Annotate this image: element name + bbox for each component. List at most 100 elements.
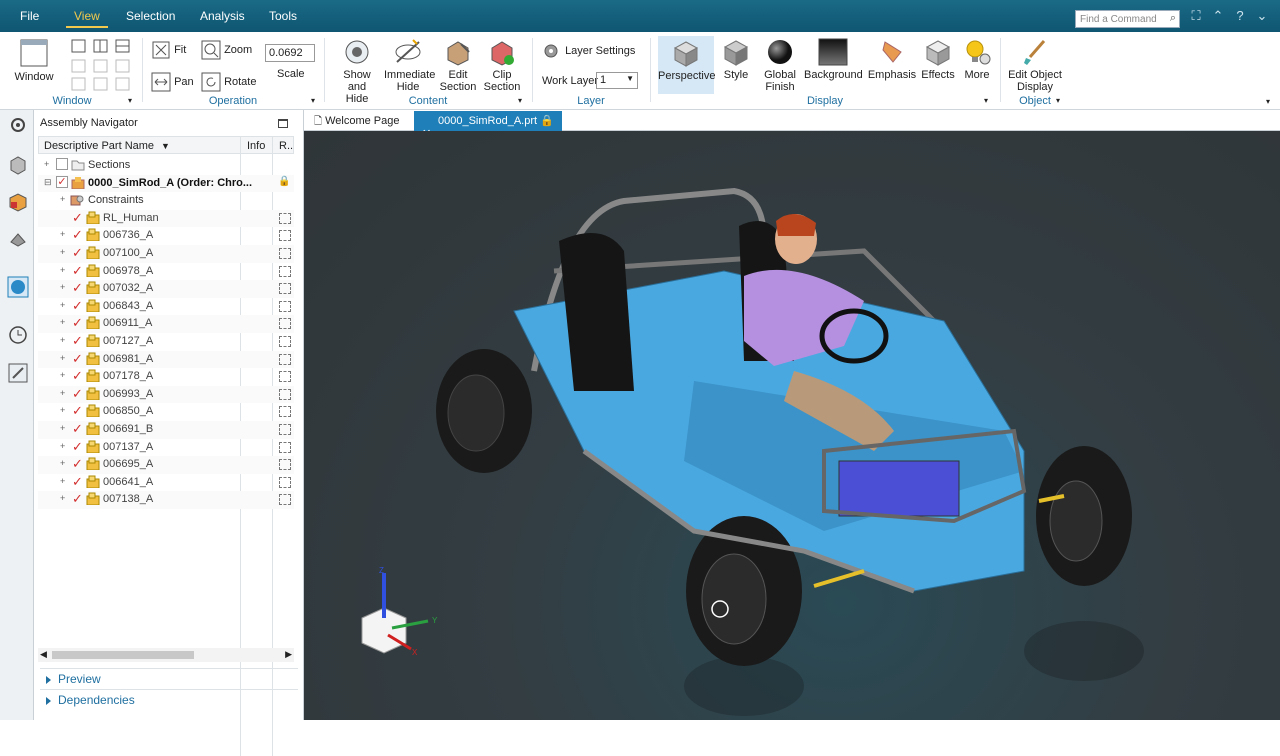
tab-simrod-part[interactable]: 0000_SimRod_A.prt 🔒 ✕ — [414, 111, 562, 140]
sort-arrow-icon[interactable]: ▼ — [161, 141, 170, 151]
clip-section-button[interactable]: Clip Section — [480, 38, 524, 93]
ribbon-expand-icon[interactable]: ▾ — [1266, 97, 1270, 106]
style-button[interactable]: Style — [716, 38, 756, 81]
tree-row-component[interactable]: + ✓ 007137_A — [38, 439, 294, 457]
check-icon[interactable]: ✓ — [72, 210, 83, 226]
expand-icon[interactable]: + — [60, 458, 65, 468]
expand-icon[interactable]: + — [60, 423, 65, 433]
expand-icon[interactable]: + — [60, 317, 65, 327]
window-layout-icons[interactable] — [70, 38, 134, 94]
emphasis-button[interactable]: Emphasis — [866, 38, 918, 81]
menu-selection[interactable]: Selection — [118, 7, 183, 25]
tree-row-component[interactable]: + ✓ 006843_A — [38, 298, 294, 316]
expand-icon[interactable]: ⊟ — [44, 177, 52, 188]
reference-set-box[interactable] — [279, 300, 291, 312]
expand-icon[interactable]: + — [60, 229, 65, 239]
expand-icon[interactable]: + — [60, 353, 65, 363]
column-name[interactable]: Descriptive Part Name — [44, 140, 154, 152]
expand-icon[interactable]: + — [60, 370, 65, 380]
background-button[interactable]: Background — [804, 38, 863, 81]
reference-set-box[interactable] — [279, 248, 291, 259]
reference-set-box[interactable] — [279, 230, 291, 242]
immediate-hide-button[interactable]: Immediate Hide — [382, 38, 435, 93]
check-icon[interactable]: ✓ — [72, 439, 83, 455]
reference-set-box[interactable] — [279, 424, 291, 435]
work-layer-select[interactable]: 1 ▼ — [596, 72, 638, 89]
reference-set-box[interactable] — [279, 371, 291, 383]
assembly-navigator-icon[interactable] — [7, 190, 29, 212]
perspective-button[interactable]: Perspective — [658, 36, 715, 94]
tree-row-component[interactable]: + ✓ 006978_A — [38, 263, 294, 281]
tree-row-sections[interactable]: + Sections — [38, 157, 294, 175]
effects-button[interactable]: Effects — [918, 38, 958, 81]
scale-input[interactable]: 0.0692 — [265, 44, 315, 62]
dropdown-arrow-icon[interactable]: ▾ — [518, 96, 522, 105]
expand-icon[interactable]: + — [60, 247, 65, 257]
reference-set-box[interactable] — [279, 318, 291, 330]
tree-row-component[interactable]: + ✓ 007178_A — [38, 368, 294, 386]
tree-row-component[interactable]: + ✓ 006993_A — [38, 385, 294, 404]
reference-set-box[interactable] — [279, 212, 291, 224]
find-command-input[interactable]: Find a Command ⌕ — [1075, 10, 1180, 28]
edit-section-button[interactable]: Edit Section — [436, 38, 480, 93]
tree-row-component[interactable]: ✓ RL_Human — [38, 209, 294, 228]
menu-analysis[interactable]: Analysis — [192, 7, 253, 25]
part-navigator-icon[interactable] — [7, 154, 29, 176]
check-icon[interactable]: ✓ — [72, 474, 83, 490]
expand-icon[interactable]: + — [60, 265, 65, 275]
reference-set-box[interactable] — [279, 494, 291, 506]
help-icon[interactable]: ? — [1230, 8, 1250, 26]
expand-icon[interactable]: + — [60, 300, 65, 310]
check-icon[interactable]: ✓ — [72, 351, 83, 367]
dropdown-arrow-icon[interactable]: ▾ — [128, 96, 132, 105]
zoom-button[interactable]: Zoom — [201, 40, 252, 60]
graphics-viewport[interactable]: Z Y X — [304, 131, 1280, 720]
checkbox[interactable] — [56, 158, 68, 170]
check-icon[interactable]: ✓ — [72, 280, 83, 296]
reference-set-box[interactable] — [279, 441, 291, 453]
tree-row-component[interactable]: + ✓ 006850_A — [38, 403, 294, 421]
check-icon[interactable]: ✓ — [72, 403, 83, 419]
column-r[interactable]: R.. — [279, 140, 293, 152]
check-icon[interactable]: ✓ — [72, 298, 83, 314]
expand-icon[interactable]: + — [60, 194, 65, 204]
edit-object-display-button[interactable]: Edit Object Display — [1006, 38, 1064, 93]
tree-row-component[interactable]: + ✓ 006691_B — [38, 421, 294, 439]
preview-section[interactable]: Preview — [40, 668, 298, 688]
tree-row-component[interactable]: + ✓ 006981_A — [38, 350, 294, 369]
simrod-3d-model[interactable] — [304, 131, 1280, 720]
dropdown-arrow-icon[interactable]: ▾ — [984, 96, 988, 105]
check-icon[interactable]: ✓ — [72, 386, 83, 402]
reference-set-box[interactable] — [279, 388, 291, 400]
check-icon[interactable]: ✓ — [72, 333, 83, 349]
gear-icon[interactable] — [7, 114, 29, 136]
menu-file[interactable]: File — [12, 7, 47, 25]
menu-tools[interactable]: Tools — [261, 7, 305, 25]
reference-set-box[interactable] — [279, 459, 291, 471]
tree-row-component[interactable]: + ✓ 007138_A — [38, 491, 294, 509]
check-icon[interactable]: ✓ — [72, 245, 83, 261]
tab-welcome-page[interactable]: 🗋 Welcome Page — [306, 111, 408, 131]
fullscreen-icon[interactable]: ⛶ — [1186, 8, 1206, 26]
tree-row-component[interactable]: + ✓ 007100_A — [38, 245, 294, 263]
reference-set-box[interactable] — [279, 353, 291, 365]
tree-row-root-assembly[interactable]: ⊟ ✓ 0000_SimRod_A (Order: Chro... 🔒 — [38, 174, 294, 193]
constraint-navigator-icon[interactable] — [7, 228, 29, 250]
tree-row-component[interactable]: + ✓ 006695_A — [38, 456, 294, 474]
reference-set-box[interactable] — [279, 265, 291, 277]
expand-icon[interactable]: + — [60, 476, 65, 486]
checkbox-checked[interactable]: ✓ — [56, 175, 68, 188]
fit-button[interactable]: Fit — [151, 40, 186, 60]
global-finish-button[interactable]: Global Finish — [758, 38, 802, 93]
expand-icon[interactable]: + — [60, 388, 65, 398]
check-icon[interactable]: ✓ — [72, 491, 83, 507]
tree-row-component[interactable]: + ✓ 006641_A — [38, 474, 294, 492]
check-icon[interactable]: ✓ — [72, 315, 83, 331]
tools-icon[interactable] — [7, 362, 29, 384]
dropdown-arrow-icon[interactable]: ▾ — [311, 96, 315, 105]
more-button[interactable]: More — [958, 38, 996, 81]
tree-row-component[interactable]: + ✓ 007032_A — [38, 280, 294, 298]
expand-icon[interactable]: + — [60, 405, 65, 415]
tree-row-constraints[interactable]: + Constraints — [38, 192, 294, 210]
scroll-left-icon[interactable]: ◀ — [40, 649, 47, 660]
